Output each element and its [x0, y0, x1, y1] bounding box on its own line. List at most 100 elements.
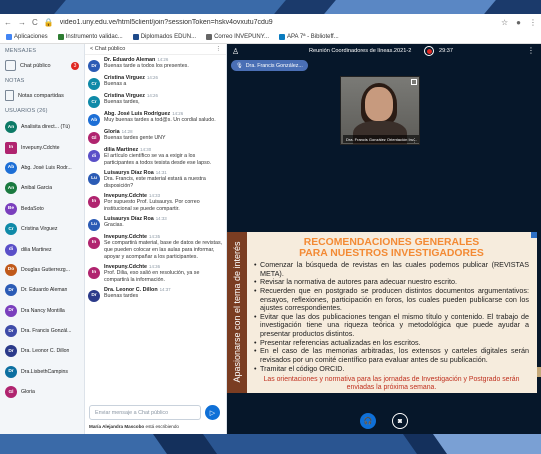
reload-icon[interactable]: C [32, 18, 38, 27]
user-name: Anibal Garcia [21, 185, 53, 192]
user-list-item[interactable]: In Invepuny.Cdchte [0, 137, 84, 157]
user-list-item[interactable]: Be BedaSoto [0, 199, 84, 219]
chat-options-icon[interactable]: ⋮ [216, 46, 222, 52]
video-menu-icon[interactable]: ⋮ [412, 138, 417, 144]
message-time: 14:28 [121, 129, 133, 134]
unread-badge: 3 [71, 61, 79, 70]
users-sidebar: MENSAJES Chat público 3 NOTAS Notas comp… [0, 44, 85, 434]
user-icon[interactable]: ♙ [232, 47, 239, 56]
message-text: Buenas tardes, [104, 99, 140, 105]
send-icon: ▷ [209, 409, 216, 417]
bookmark-2[interactable]: Diplomados EDUN... [132, 34, 196, 40]
user-name: Abg. José Luis Rodr... [21, 164, 72, 171]
note-icon [5, 90, 14, 101]
avatar: Dr [5, 284, 17, 297]
camera-button[interactable]: ◙ [392, 413, 408, 429]
slide-resize-handle[interactable] [537, 367, 541, 377]
user-name: BedaSoto [21, 205, 44, 212]
send-button[interactable]: ▷ [205, 405, 220, 420]
back-icon[interactable]: ← [4, 18, 12, 27]
chat-message: Ab Abg. José Luis Rodríguez 14:26 Muy buena… [88, 111, 224, 126]
user-name: Invepuny.Cdchte [21, 144, 60, 151]
bookmark-3[interactable]: Correo INVEPUNY... [206, 34, 269, 40]
user-list-item[interactable]: An Anibal Garcia [0, 178, 84, 198]
avatar: Lu [88, 172, 100, 185]
url-field[interactable]: video1.uny.edu.ve/html5client/join?sessi… [60, 19, 495, 26]
video-caption: Dra. Francis González Orientación Inv... [343, 135, 419, 143]
fullscreen-icon[interactable] [411, 79, 417, 85]
slide-bullet: Recuerden que en postgrado se producen d… [254, 286, 529, 313]
forward-icon[interactable]: → [18, 18, 26, 27]
minimize-presentation-icon[interactable] [531, 232, 537, 238]
avatar: Ab [5, 161, 17, 174]
lock-icon: 🔒 [43, 18, 54, 27]
message-time: 14:33 [155, 215, 167, 221]
record-indicator-icon[interactable] [424, 46, 434, 56]
slide-title: RECOMENDACIONES GENERALES PARA NUESTROS I… [299, 237, 484, 260]
chat-panel: < Chat público ⋮ Dr Dr. Eduardo Aleman 14:… [85, 44, 227, 434]
webcam-video[interactable]: Dra. Francis González Orientación Inv...… [340, 76, 420, 145]
message-time: 14:26 [146, 93, 158, 98]
meeting-topbar: ♙ Reunión Coordinadores de líneas.2021-2… [227, 44, 541, 58]
browser-menu-icon[interactable]: ⋮ [529, 18, 537, 27]
user-list-item[interactable]: Dr Dra Nancy Montilla [0, 301, 84, 321]
star-icon[interactable]: ☆ [501, 18, 508, 27]
chat-icon [5, 60, 16, 71]
shared-notes-item[interactable]: Notas compartidas [0, 87, 84, 104]
user-list-item[interactable]: Dr Dra. Francis Gonzál... [0, 321, 84, 341]
avatar: Do [5, 263, 17, 276]
user-list-item[interactable]: Cr Cristina Virguez [0, 219, 84, 239]
slide-bullet: Comenzar la búsqueda de revistas en las … [254, 260, 529, 278]
messages-section-title: MENSAJES [5, 48, 37, 54]
typing-indicator: María Alejandra Mascobo está escribiendo [89, 424, 179, 429]
profile-icon[interactable]: ● [516, 18, 521, 27]
user-name: Gloria [21, 389, 35, 396]
message-list[interactable]: Dr Dr. Eduardo Aleman 14:26 Buenas tarde a … [85, 56, 227, 403]
message-text: Prof. Dilia, eso salió en resolución, ya… [104, 269, 200, 283]
user-list-item[interactable]: Dr Dra. Leonor C. Dillon [0, 341, 84, 361]
more-vertical-icon[interactable]: ⋮ [527, 46, 535, 55]
user-list-item[interactable]: An Analisita direct... (Tú) [0, 117, 84, 137]
audio-button[interactable]: 🎧 [360, 413, 376, 429]
microphone-icon: 🎙 [236, 62, 243, 69]
user-list-item[interactable]: Gl Gloria [0, 382, 84, 402]
message-time: 14:37 [159, 286, 171, 292]
decor-top-band [0, 0, 541, 14]
user-name: Dra.LisbethCampins [21, 368, 68, 375]
message-time: 14:35 [149, 233, 161, 239]
decor-bottom-band [0, 434, 541, 454]
avatar: Dr [5, 304, 17, 317]
chat-message-input[interactable]: Enviar mensaje a Chat público [89, 405, 201, 420]
avatar: Cr [88, 78, 100, 90]
user-name: dilia Martinez [21, 246, 52, 253]
avatar: di [88, 150, 100, 162]
user-name: Dr. Eduardo Aleman [21, 287, 68, 294]
presentation-area: ♙ Reunión Coordinadores de líneas.2021-2… [227, 44, 541, 434]
user-list: An Analisita direct... (Tú) In Invepuny.Cdc… [0, 117, 84, 402]
user-list-item[interactable]: Ab Abg. José Luis Rodr... [0, 158, 84, 178]
user-list-item[interactable]: di dilia Martinez [0, 239, 84, 259]
public-chat-item[interactable]: Chat público 3 [0, 57, 84, 74]
user-list-item[interactable]: Dr Dr. Eduardo Aleman [0, 280, 84, 300]
avatar: Dr [5, 365, 17, 378]
headphones-icon: 🎧 [363, 418, 373, 425]
user-name: Dra Nancy Montilla [21, 307, 65, 314]
bookmark-1[interactable]: Instrumento validac... [57, 34, 123, 40]
user-name: Dra. Francis Gonzál... [21, 328, 72, 335]
chat-message: Lu Luisaurys Díaz Roa 14:33 Gracias. [88, 216, 224, 231]
avatar: di [5, 243, 17, 256]
message-text: Se compartirá material, base de datos de… [104, 239, 223, 260]
user-name: Analisita direct... (Tú) [21, 124, 71, 131]
chat-message: Gl Gloria 14:28 Buenas tardes gente UNY [88, 129, 224, 144]
chat-message: Cr Cristina Virguez 14:26 Buenas a [88, 75, 224, 90]
user-list-item[interactable]: Do Douglas Gutierrezg... [0, 260, 84, 280]
chat-message: In Invepuny.Cdchte 14:33 Por supuesto Prof.… [88, 193, 224, 213]
message-time: 14:33 [149, 192, 161, 198]
message-text: El artículo científico se va a exigir a … [104, 153, 212, 166]
user-list-item[interactable]: Dr Dra.LisbethCampins [0, 362, 84, 382]
hide-chat-button[interactable]: < Chat público [90, 46, 125, 52]
bookmark-apps[interactable]: Aplicaciones [6, 34, 48, 40]
bookmark-4[interactable]: APA 7ª - Biblioteff... [279, 34, 339, 40]
browser-window: ← → C 🔒 video1.uny.edu.ve/html5client/jo… [0, 14, 541, 434]
talking-indicator: 🎙 Dra. Francis González... [231, 60, 308, 71]
